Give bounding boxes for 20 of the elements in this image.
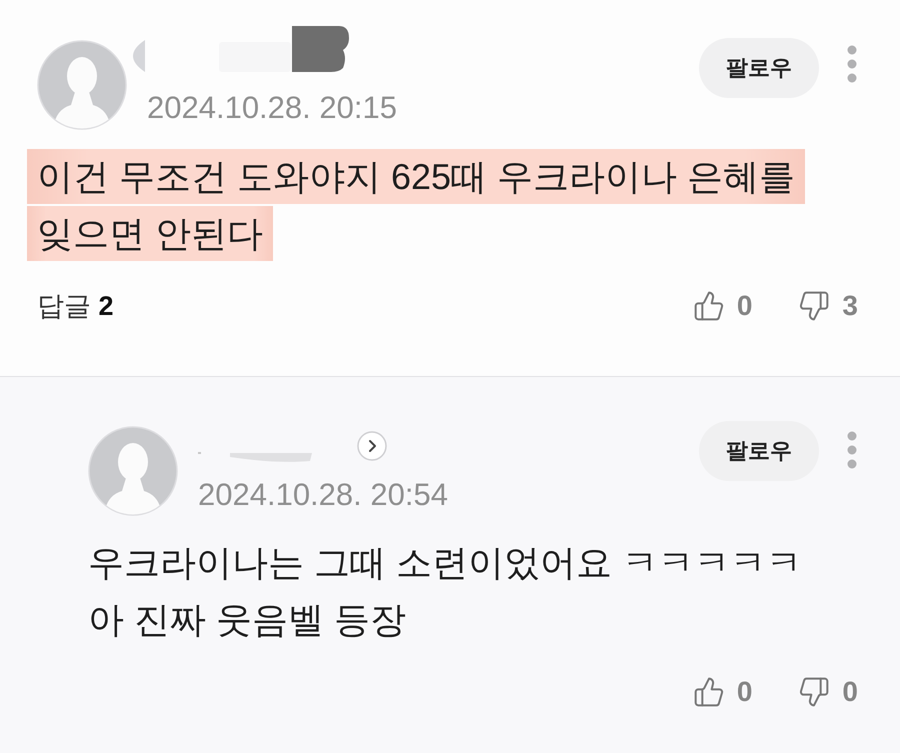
dislike-button[interactable]: 0 — [798, 676, 858, 708]
comment-timestamp: 2024.10.28. 20:54 — [198, 477, 448, 513]
avatar-icon — [37, 40, 127, 130]
like-button[interactable]: 0 — [692, 290, 752, 322]
thumbs-down-icon — [798, 676, 830, 708]
comment-timestamp: 2024.10.28. 20:15 — [147, 90, 397, 126]
comment-text: 이건 무조건 도와야지 625때 우크라이나 은혜를 잊으면 안된다 — [27, 148, 806, 262]
replies-button[interactable]: 답글 2 — [37, 288, 114, 324]
thumbs-up-icon — [692, 676, 725, 708]
more-icon[interactable] — [846, 45, 858, 83]
thumbs-up-icon — [692, 290, 725, 322]
more-icon[interactable] — [846, 431, 858, 469]
follow-button[interactable]: 팔로우 — [699, 421, 819, 481]
comment-text: 우크라이나는 그때 소련이었어요 ㅋㅋㅋㅋㅋ 아 진짜 웃음벨 등장 — [87, 541, 804, 642]
dislike-button[interactable]: 3 — [798, 290, 858, 322]
follow-button[interactable]: 팔로우 — [699, 38, 819, 98]
avatar-icon — [88, 426, 178, 516]
like-button[interactable]: 0 — [692, 676, 752, 708]
thumbs-down-icon — [798, 290, 830, 322]
chevron-right-icon[interactable] — [357, 431, 387, 461]
